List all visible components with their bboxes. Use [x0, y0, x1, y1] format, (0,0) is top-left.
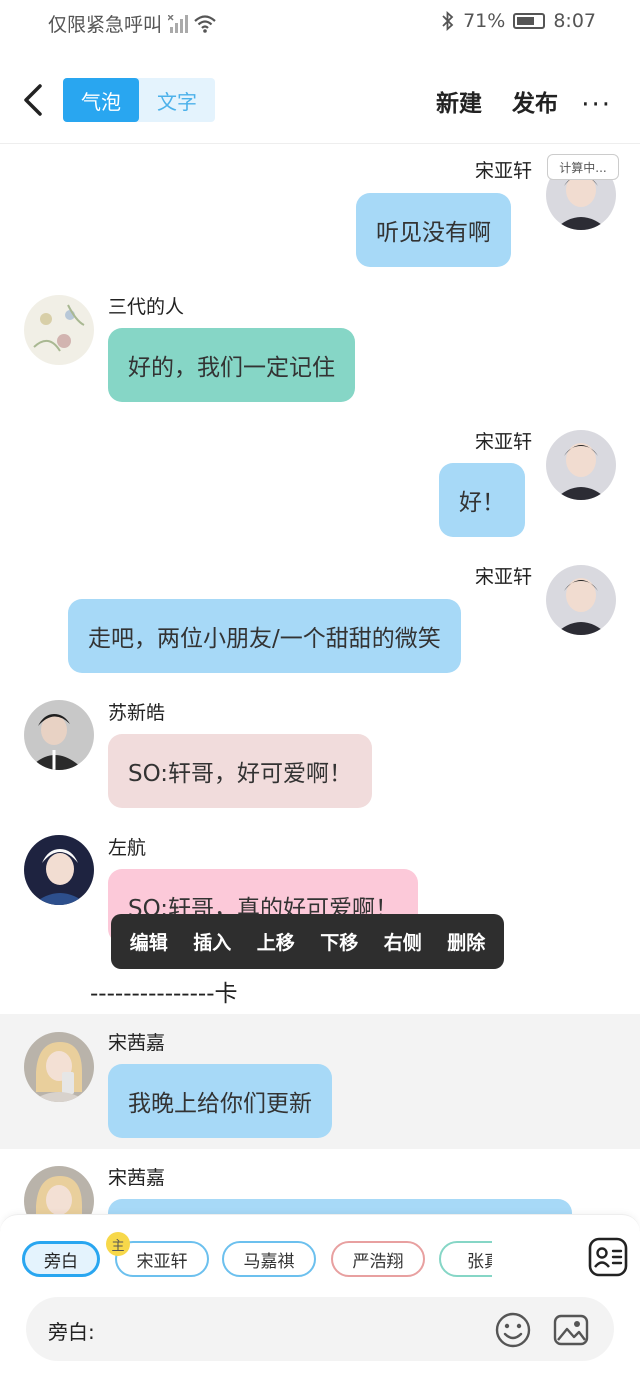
- tab-bubble[interactable]: 气泡: [63, 78, 139, 122]
- chat-list[interactable]: 宋亚轩 计算中... 听见没有啊 三代的人 好的，我们一定记住 宋亚轩 好！ 宋…: [0, 144, 640, 1214]
- menu-move-up[interactable]: 上移: [257, 928, 295, 955]
- status-bar: 仅限紧急呼叫 71% 8:07: [0, 0, 640, 44]
- avatar[interactable]: [546, 430, 616, 500]
- sender-name: 宋亚轩: [474, 566, 532, 588]
- avatar[interactable]: [24, 835, 94, 905]
- battery-percent: 71%: [463, 10, 506, 32]
- menu-edit[interactable]: 编辑: [130, 928, 168, 955]
- tab-text[interactable]: 文字: [139, 78, 215, 122]
- menu-right-side[interactable]: 右侧: [384, 928, 422, 955]
- carrier-text: 仅限紧急呼叫: [48, 14, 163, 36]
- sender-name: 苏新皓: [108, 702, 166, 724]
- avatar[interactable]: [24, 700, 94, 770]
- sender-name: 三代的人: [108, 296, 185, 318]
- mode-tabs: 气泡 文字: [63, 78, 215, 122]
- avatar[interactable]: [546, 565, 616, 635]
- image-icon[interactable]: [552, 1311, 590, 1349]
- contacts-icon[interactable]: [587, 1236, 629, 1278]
- message-bubble[interactable]: 走吧，两位小朋友/一个甜甜的微笑: [68, 599, 461, 673]
- message-bubble[interactable]: 好的，我们一定记住: [108, 328, 355, 402]
- message-input-bar: 旁白:: [26, 1297, 614, 1361]
- message-bubble[interactable]: 听见没有啊: [356, 193, 511, 267]
- current-role-label: 旁白:: [48, 1320, 95, 1344]
- top-bar: 气泡 文字 新建 发布 ···: [0, 60, 640, 144]
- menu-insert[interactable]: 插入: [193, 928, 231, 955]
- scene-divider[interactable]: ---------------卡: [90, 974, 238, 1008]
- message-input[interactable]: [108, 1311, 488, 1347]
- avatar[interactable]: [24, 1166, 94, 1214]
- message-bubble[interactable]: 我晚上给你们更新: [108, 1064, 332, 1138]
- message-bubble[interactable]: SO:轩哥，好可爱啊！: [108, 734, 373, 808]
- role-chip[interactable]: 马嘉祺: [222, 1241, 316, 1277]
- clock: 8:07: [553, 10, 596, 32]
- new-button[interactable]: 新建: [436, 84, 482, 118]
- bluetooth-icon: [442, 11, 454, 31]
- sender-name: 宋茜嘉: [108, 1167, 166, 1189]
- menu-delete[interactable]: 删除: [447, 928, 485, 955]
- message-context-menu: 编辑 插入 上移 下移 右侧 删除: [111, 914, 504, 969]
- role-selector[interactable]: 旁白 宋亚轩 马嘉祺 严浩翔 张真: [20, 1239, 492, 1279]
- wifi-icon: [194, 14, 216, 33]
- role-chip[interactable]: 张真: [439, 1241, 492, 1277]
- battery-fill: [517, 17, 535, 25]
- avatar[interactable]: [24, 1032, 94, 1102]
- sender-name: 宋亚轩: [474, 431, 532, 453]
- menu-move-down[interactable]: 下移: [320, 928, 358, 955]
- role-chip[interactable]: 严浩翔: [331, 1241, 425, 1277]
- emoji-icon[interactable]: [494, 1311, 532, 1349]
- sender-name: 宋亚轩: [474, 160, 532, 182]
- host-badge: 主: [106, 1232, 130, 1256]
- composer-panel: 旁白 宋亚轩 马嘉祺 严浩翔 张真 旁白:: [0, 1214, 640, 1387]
- message-bubble[interactable]: [108, 1199, 572, 1214]
- more-options-button[interactable]: ···: [581, 90, 612, 120]
- avatar[interactable]: [24, 295, 94, 365]
- sender-name: 宋茜嘉: [108, 1032, 166, 1054]
- calculating-tag: 计算中...: [547, 154, 619, 180]
- message-bubble[interactable]: 好！: [439, 463, 525, 537]
- signal-off-icon: [168, 14, 189, 33]
- back-arrow-icon[interactable]: [18, 80, 50, 120]
- battery-icon: [513, 13, 546, 29]
- role-chip-narrator[interactable]: 旁白: [22, 1241, 100, 1277]
- sender-name: 左航: [108, 837, 147, 859]
- publish-button[interactable]: 发布: [512, 84, 558, 118]
